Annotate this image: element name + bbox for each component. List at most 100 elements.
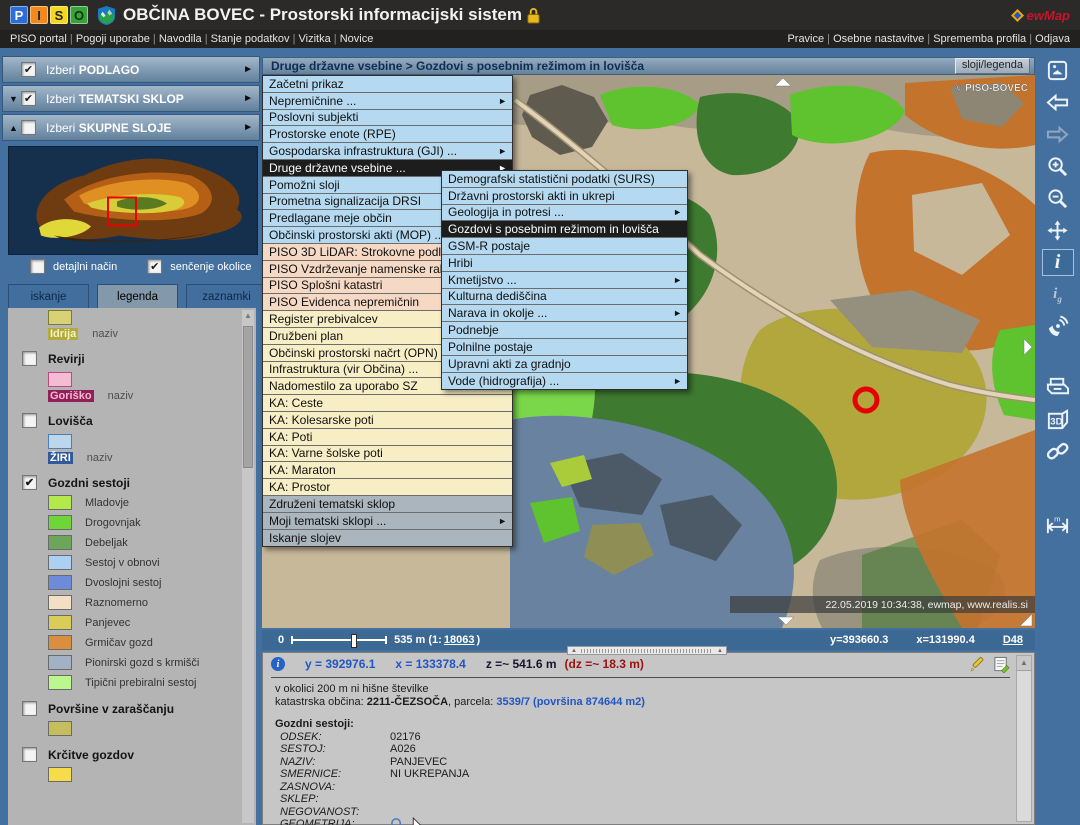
expander-up-icon[interactable]: ▲ [6,123,21,133]
submenu-item[interactable]: Upravni akti za gradnjo [442,356,687,373]
map-toolbar: i ig 3D m [1035,48,1080,825]
option-shading[interactable]: senčenje okolice [147,259,251,274]
menu-item[interactable]: Prostorske enote (RPE) [263,126,512,143]
full-extent-icon[interactable] [1042,57,1074,84]
menu-item[interactable]: Iskanje slojev [263,530,512,547]
notes-icon[interactable] [993,656,1010,673]
menu-item[interactable]: Začetni prikaz [263,76,512,93]
link-icon[interactable] [1042,438,1074,465]
panel-resize-handle[interactable]: ▲ ▲ [567,646,727,655]
print-icon[interactable] [1042,374,1074,401]
menu-item[interactable]: KA: Prostor [263,479,512,496]
parcel-link[interactable]: 3539/7 (površina 874644 m2) [496,696,645,708]
accordion-checkbox[interactable] [21,91,36,106]
legend-item: Drogovnjak [48,515,238,530]
submenu-item[interactable]: Polnilne postaje [442,339,687,356]
submenu-item[interactable]: Hribi [442,255,687,272]
submenu-item[interactable]: Državni prostorski akti in ukrepi [442,188,687,205]
piso-application: PISO OBČINA BOVEC - Prostorski informaci… [0,0,1080,825]
forward-icon[interactable] [1042,121,1074,148]
measure-icon[interactable]: m [1042,511,1074,538]
scale-ratio-link[interactable]: 18063 [444,634,475,646]
menubar-link[interactable]: Sprememba profila [924,33,1026,45]
layers-legend-button[interactable]: sloji/legenda [955,58,1030,74]
accordion-checkbox[interactable] [21,62,36,77]
menu-item[interactable]: Gospodarska infrastruktura (GJI) ... [263,143,512,160]
scale-ratio-suffix: ) [476,634,480,646]
sidebar-accordion-skupne-sloje[interactable]: ▲Izberi SKUPNE SLOJE► [2,114,260,141]
pan-icon[interactable] [1042,217,1074,244]
legend-group-checkbox[interactable] [22,351,37,366]
menu-item[interactable]: KA: Varne šolske poti [263,446,512,463]
menubar-link[interactable]: Vizitka [290,33,331,45]
info-advanced-icon[interactable]: ig [1042,281,1074,308]
gps-icon[interactable] [1042,313,1074,340]
menu-item[interactable]: KA: Maraton [263,462,512,479]
zoom-out-icon[interactable] [1042,185,1074,212]
menu-item[interactable]: Moji tematski sklopi ... [263,513,512,530]
magnifier-icon[interactable] [390,817,405,825]
menubar-link[interactable]: Stanje podatkov [202,33,290,45]
scroll-up-icon[interactable]: ▲ [242,310,254,322]
accordion-checkbox[interactable] [21,120,36,135]
menu-item-label: Združeni tematski sklop [269,497,395,511]
option-detail-mode[interactable]: detajlni način [30,259,117,274]
submenu-item[interactable]: Demografski statistični podatki (SURS) [442,171,687,188]
menubar-link[interactable]: PISO portal [10,33,67,45]
view-3d-icon[interactable]: 3D [1042,406,1074,433]
sidebar-accordion-tematski-sklop[interactable]: ▼Izberi TEMATSKI SKLOP► [2,85,260,112]
tab-zaznamki[interactable]: zaznamki [186,284,267,308]
scroll-up-icon[interactable]: ▲ [1017,656,1031,671]
datum-link[interactable]: D48 [1003,634,1023,646]
info-scrollbar[interactable]: ▲ [1016,655,1032,822]
legend-scrollbar-thumb[interactable] [243,326,253,468]
submenu-item[interactable]: Narava in okolje ... [442,305,687,322]
submenu-item[interactable]: Gozdovi s posebnim režimom in lovišča [442,221,687,238]
sidebar-accordion-podlago[interactable]: Izberi PODLAGO► [2,56,260,83]
scale-bar[interactable] [291,639,387,641]
accordion-label: Izberi TEMATSKI SKLOP [46,92,184,106]
legend-group-checkbox[interactable] [22,747,37,762]
menu-item[interactable]: Poslovni subjekti [263,110,512,127]
legend-group-checkbox[interactable] [22,475,37,490]
legend-group-revirji: Revirji [22,351,238,366]
option-checkbox[interactable] [30,259,45,274]
expander-down-icon[interactable]: ▼ [6,94,21,104]
menu-item[interactable]: Nepremičnine ... [263,93,512,110]
submenu-item[interactable]: Geologija in potresi ... [442,205,687,222]
legend-scrollbar[interactable]: ▲ [242,310,254,823]
menu-item[interactable]: KA: Ceste [263,395,512,412]
zoom-in-icon[interactable] [1042,153,1074,180]
menu-item[interactable]: KA: Poti [263,429,512,446]
piso-logo[interactable]: PISO [10,6,88,24]
submenu-item[interactable]: Podnebje [442,322,687,339]
legend-swatch [48,515,72,530]
legend-item: Pionirski gozd s krmišči [48,655,238,670]
overview-map[interactable] [8,146,258,255]
submenu-item[interactable]: Vode (hidrografija) ... [442,373,687,390]
menu-item-label: KA: Prostor [269,480,330,494]
legend-group-checkbox[interactable] [22,413,37,428]
back-icon[interactable] [1042,89,1074,116]
submenu-item[interactable]: GSM-R postaje [442,238,687,255]
submenu-item[interactable]: Kulturna dediščina [442,289,687,306]
scale-slider-handle[interactable] [351,634,357,648]
info-icon[interactable]: i [1042,249,1074,276]
legend-group-label: Gozdni sestoji [48,476,130,490]
tab-legenda[interactable]: legenda [97,284,178,308]
menubar-link[interactable]: Odjava [1026,33,1070,45]
option-checkbox[interactable] [147,259,162,274]
tab-iskanje[interactable]: iskanje [8,284,89,308]
legend-group-checkbox[interactable] [22,701,37,716]
edit-pencil-icon[interactable] [969,656,986,673]
menubar-link[interactable]: Navodila [150,33,202,45]
menu-item[interactable]: Združeni tematski sklop [263,496,512,513]
menu-item-label: Prostorske enote (RPE) [269,127,396,141]
menubar-link[interactable]: Osebne nastavitve [824,33,924,45]
menu-item[interactable]: KA: Kolesarske poti [263,412,512,429]
menubar-link[interactable]: Pravice [787,33,824,45]
menubar-link[interactable]: Pogoji uporabe [67,33,150,45]
submenu-item[interactable]: Kmetijstvo ... [442,272,687,289]
menubar-link[interactable]: Novice [331,33,374,45]
info-line-address: v okolici 200 m ni hišne številke [275,683,1006,696]
